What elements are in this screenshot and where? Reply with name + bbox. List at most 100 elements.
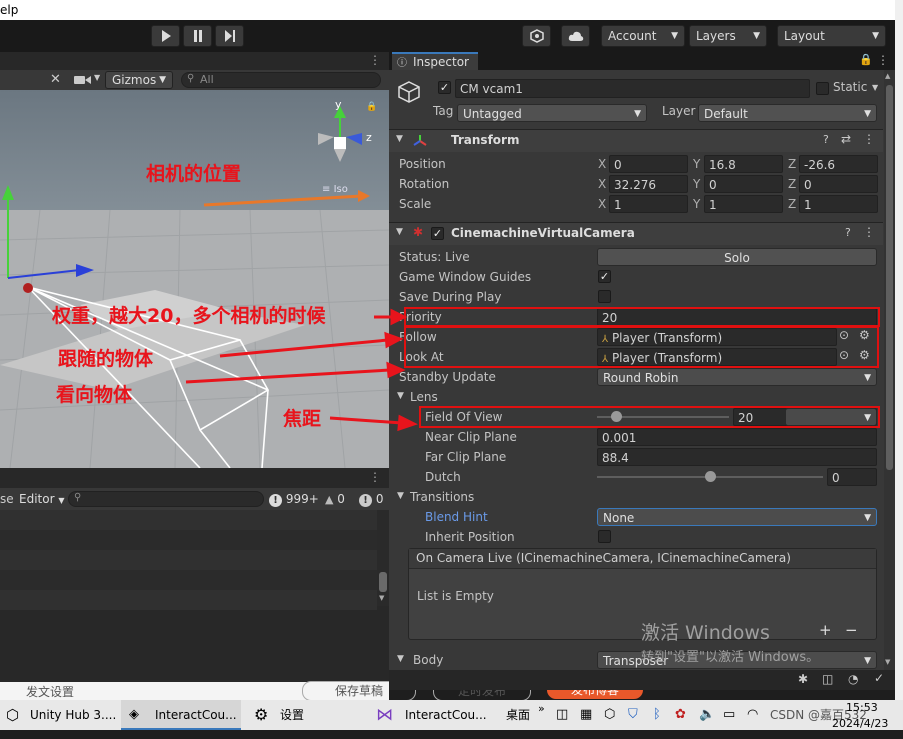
log-row[interactable] [0, 550, 377, 570]
cache-icon[interactable]: ◫ [822, 672, 833, 686]
tab-inspector[interactable]: ⓘ Inspector [392, 52, 478, 70]
vcam-enabled-checkbox[interactable]: ✓ [431, 227, 444, 240]
more-options-icon[interactable]: ⋮ [369, 470, 381, 484]
inspector-scrollbar[interactable]: ▲ ▼ [884, 70, 895, 670]
solo-button[interactable]: Solo [597, 248, 877, 266]
scene-search-input[interactable]: ⚲ All [181, 72, 381, 88]
chevron-down-icon[interactable]: ▼ [397, 391, 404, 401]
position-y-field[interactable]: 16.8 [704, 155, 783, 173]
guides-checkbox[interactable]: ✓ [598, 270, 611, 283]
log-row[interactable] [0, 570, 377, 590]
vcam-header[interactable]: ▼ ✱ ✓ CinemachineVirtualCamera ? ⋮ [389, 222, 883, 245]
taskbar-visual-studio[interactable]: ⋈ InteractCou... [372, 700, 490, 730]
taskbar-desktop[interactable]: 桌面 [506, 700, 536, 730]
console-scrollbar[interactable]: ▼ [377, 510, 389, 606]
save-during-play-checkbox[interactable] [598, 290, 611, 303]
chevron-right-icon[interactable]: » [538, 694, 545, 724]
info-count-toggle[interactable]: ! 999+ [269, 490, 319, 508]
progress-icon[interactable]: ◔ [848, 672, 858, 686]
help-menu[interactable]: elp [0, 3, 18, 17]
console-log-list[interactable]: ▼ [0, 510, 389, 700]
scrollbar-thumb[interactable] [886, 85, 893, 470]
clock-date[interactable]: 2024/4/23 [832, 709, 888, 739]
console-search-input[interactable]: ⚲ [68, 491, 264, 507]
tray-grid-icon[interactable]: ▦ [580, 700, 592, 730]
rotation-x-field[interactable]: 32.276 [609, 175, 688, 193]
play-button[interactable] [151, 25, 180, 47]
dutch-field[interactable]: 0 [827, 468, 877, 486]
layers-dropdown[interactable]: Layers ▼ [689, 25, 767, 47]
chevron-down-icon[interactable]: ▼ [397, 654, 404, 664]
log-row[interactable] [0, 510, 377, 530]
scale-x-field[interactable]: 1 [609, 195, 688, 213]
taskbar-settings[interactable]: ⚙ 设置 [250, 700, 310, 730]
scroll-down-icon[interactable]: ▼ [885, 658, 890, 666]
more-options-icon[interactable]: ⋮ [863, 132, 875, 146]
rotation-z-field[interactable]: 0 [799, 175, 878, 193]
wifi-icon[interactable]: ◠ [747, 700, 758, 730]
bluetooth-icon[interactable]: ᛒ [653, 700, 661, 730]
far-clip-field[interactable]: 88.4 [597, 448, 877, 466]
chevron-down-icon[interactable]: ▼ [397, 491, 404, 501]
battery-icon[interactable]: ▭ [723, 700, 735, 730]
gizmos-dropdown[interactable]: Gizmos ▼ [105, 71, 173, 89]
tray-shield-icon[interactable]: ⛉ [628, 700, 638, 730]
scroll-down-icon[interactable]: ▼ [379, 594, 384, 602]
volume-icon[interactable]: 🔈 [699, 700, 715, 730]
camera-icon[interactable] [74, 75, 92, 85]
more-options-icon[interactable]: ⋮ [863, 225, 875, 239]
position-z-field[interactable]: -26.6 [799, 155, 878, 173]
blend-hint-dropdown[interactable]: None ▼ [597, 508, 877, 526]
clear-on-play-fragment[interactable]: se [0, 492, 14, 506]
editor-dropdown[interactable]: Editor ▼ [17, 490, 67, 508]
lens-label[interactable]: Lens [410, 387, 438, 407]
tray-app-icon[interactable]: ✿ [675, 700, 686, 730]
transitions-label[interactable]: Transitions [410, 487, 474, 507]
log-row[interactable] [0, 590, 377, 610]
help-icon[interactable]: ? [845, 226, 851, 239]
taskbar-unity-hub[interactable]: ⬡ Unity Hub 3.... [0, 700, 118, 730]
remove-listener-button[interactable]: − [845, 621, 858, 639]
presets-icon[interactable]: ⇄ [841, 132, 851, 146]
active-checkbox[interactable]: ✓ [438, 81, 451, 94]
lock-icon[interactable]: 🔒 [366, 102, 377, 112]
more-options-icon[interactable]: ⋮ [877, 53, 889, 67]
bug-icon[interactable]: ✱ [798, 672, 808, 686]
scrollbar-thumb[interactable] [379, 572, 387, 592]
log-row[interactable] [0, 530, 377, 550]
add-listener-button[interactable]: + [819, 621, 832, 639]
dutch-slider-thumb[interactable] [705, 471, 716, 482]
scroll-up-icon[interactable]: ▲ [885, 72, 890, 80]
rotation-y-field[interactable]: 0 [704, 175, 783, 193]
chevron-down-icon[interactable]: ▼ [872, 83, 878, 92]
object-name-field[interactable]: CM vcam1 [455, 79, 810, 98]
cloud-button[interactable] [561, 25, 590, 47]
scale-z-field[interactable]: 1 [799, 195, 878, 213]
scene-viewport[interactable]: y z 🔒 ≡ Iso 相机的位置 看向物体 [0, 90, 389, 468]
static-checkbox[interactable] [816, 82, 829, 95]
scale-y-field[interactable]: 1 [704, 195, 783, 213]
error-count-toggle[interactable]: ! 0 [359, 490, 383, 508]
taskbar-unity-editor[interactable]: ◈ InteractCou... [121, 700, 241, 730]
collab-button[interactable] [522, 25, 551, 47]
more-options-icon[interactable]: ⋮ [369, 53, 381, 67]
tag-dropdown[interactable]: Untagged ▼ [457, 104, 647, 122]
projection-label[interactable]: ≡ Iso [322, 184, 348, 195]
check-icon[interactable]: ✓ [874, 671, 884, 685]
standby-dropdown[interactable]: Round Robin ▼ [597, 368, 877, 386]
chevron-down-icon[interactable]: ▼ [94, 73, 100, 82]
tray-unity-icon[interactable]: ⬡ [604, 700, 615, 730]
transform-header[interactable]: ▼ Transform ? ⇄ ⋮ [389, 129, 883, 152]
account-dropdown[interactable]: Account ▼ [601, 25, 685, 47]
tray-window-icon[interactable]: ◫ [556, 700, 568, 730]
tools-icon[interactable]: ✕ [50, 72, 61, 87]
help-icon[interactable]: ? [823, 133, 829, 146]
position-x-field[interactable]: 0 [609, 155, 688, 173]
near-clip-field[interactable]: 0.001 [597, 428, 877, 446]
warning-count-toggle[interactable]: ▲ 0 [325, 490, 345, 508]
pause-button[interactable] [183, 25, 212, 47]
lock-icon[interactable]: 🔒 [859, 53, 873, 66]
layout-dropdown[interactable]: Layout ▼ [777, 25, 886, 47]
step-button[interactable] [215, 25, 244, 47]
layer-dropdown[interactable]: Default ▼ [698, 104, 877, 122]
